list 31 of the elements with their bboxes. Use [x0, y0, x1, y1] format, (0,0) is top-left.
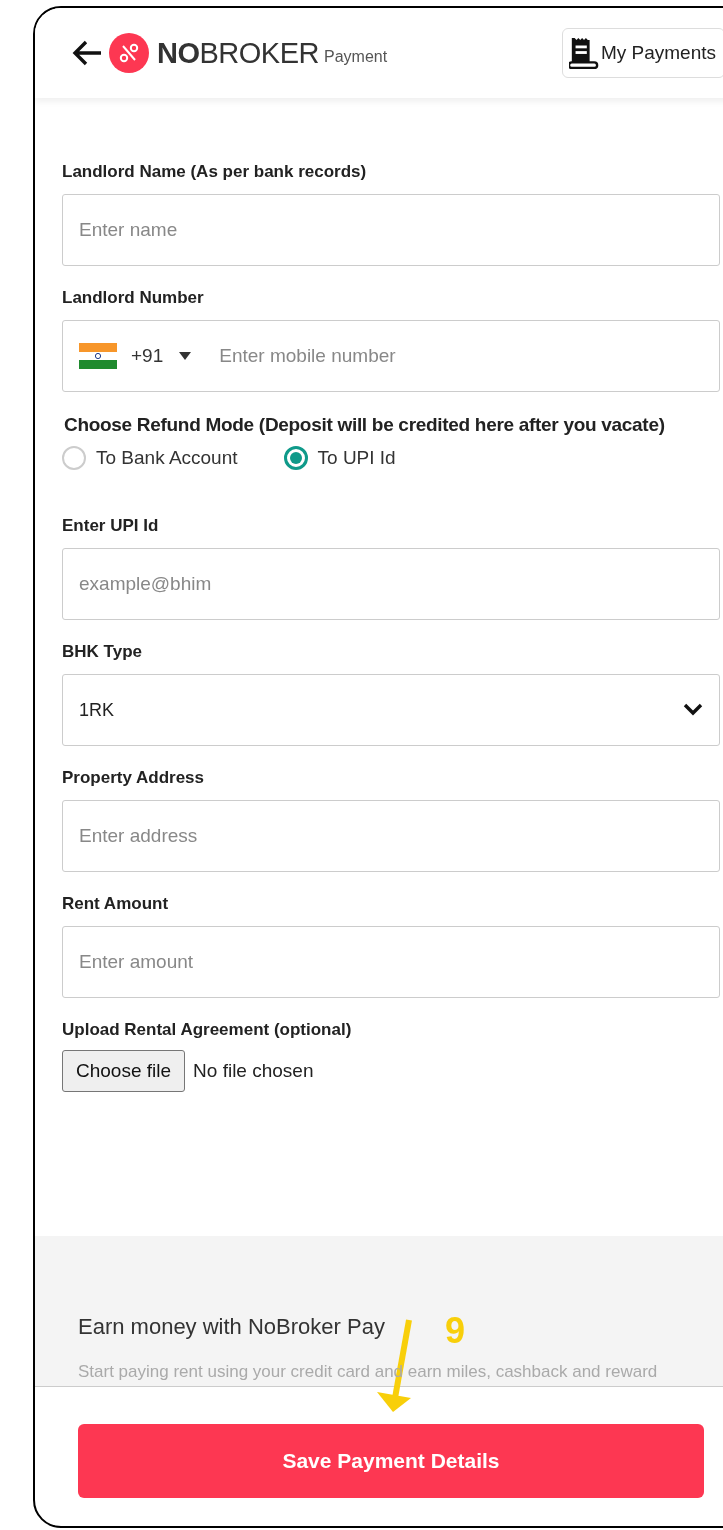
- input-field[interactable]: Enter address: [62, 800, 720, 872]
- annotation-number: 9: [445, 1310, 466, 1352]
- field-label: Landlord Number: [62, 288, 205, 308]
- input-field[interactable]: Enter name: [62, 194, 720, 266]
- back-arrow-icon[interactable]: [71, 39, 103, 67]
- promo-title: Earn money with NoBroker Pay: [78, 1314, 385, 1340]
- logo-icon: [109, 33, 149, 73]
- page-subtitle: Payment: [324, 48, 388, 66]
- radio-option[interactable]: To UPI Id: [283, 446, 396, 470]
- choose-file-button[interactable]: Choose file: [62, 1050, 186, 1092]
- brand-logo: NOBROKER: [157, 36, 319, 70]
- receipt-icon: [568, 37, 599, 69]
- file-status: No file chosen: [193, 1060, 314, 1082]
- mobile-number-input[interactable]: Enter mobile number: [219, 345, 703, 367]
- select-field[interactable]: 1RK: [62, 674, 720, 746]
- field-label: Landlord Name (As per bank records): [62, 162, 368, 182]
- input-field[interactable]: example@bhim: [62, 548, 720, 620]
- field-label: BHK Type: [62, 642, 143, 662]
- caret-icon: [179, 352, 192, 360]
- field-label: Choose Refund Mode (Deposit will be credited here after you vacate): [64, 414, 666, 436]
- field-label: Enter UPI Id: [62, 516, 160, 536]
- input-field[interactable]: Enter amount: [62, 926, 720, 998]
- chevron-down-icon: [683, 703, 703, 717]
- save-button[interactable]: Save Payment Details: [78, 1424, 704, 1498]
- phone-field[interactable]: +91 Enter mobile number: [62, 320, 720, 392]
- field-label: Upload Rental Agreement (optional): [62, 1020, 353, 1040]
- my-payments-button[interactable]: My Payments: [561, 28, 723, 78]
- field-label: Property Address: [62, 768, 206, 788]
- radio-option[interactable]: To Bank Account: [62, 446, 238, 470]
- field-label: Rent Amount: [62, 894, 170, 914]
- flag-icon: [79, 343, 117, 369]
